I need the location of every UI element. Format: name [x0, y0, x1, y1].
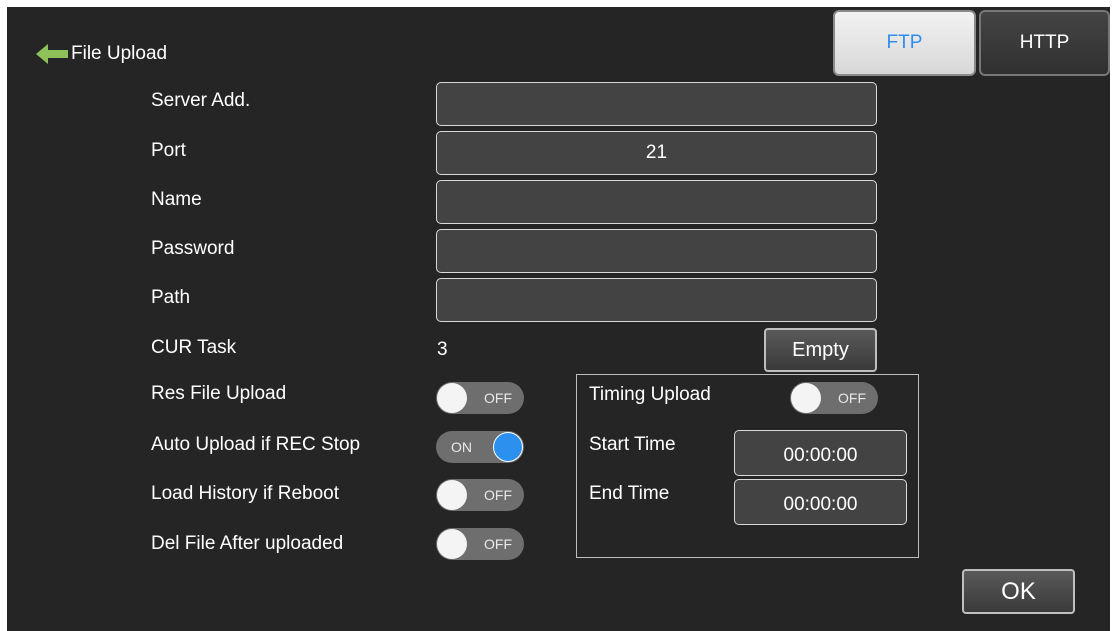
toggle-knob: [493, 432, 523, 462]
tab-http[interactable]: HTTP: [979, 10, 1110, 76]
back-button[interactable]: File Upload: [35, 43, 167, 65]
timing-upload-label: Timing Upload: [589, 384, 711, 405]
toggle-knob: [437, 383, 467, 413]
server-address-input[interactable]: [436, 82, 877, 126]
start-time-field[interactable]: 00:00:00: [734, 430, 907, 476]
path-label: Path: [151, 287, 191, 308]
name-label: Name: [151, 189, 202, 210]
port-input[interactable]: [436, 131, 877, 175]
timing-upload-toggle[interactable]: OFF: [790, 382, 878, 414]
page-title: File Upload: [71, 43, 168, 64]
ok-button[interactable]: OK: [962, 569, 1075, 614]
auto-upload-label: Auto Upload if REC Stop: [151, 434, 361, 455]
cur-task-value: 3: [437, 339, 448, 360]
start-time-label: Start Time: [589, 434, 676, 455]
res-file-upload-label: Res File Upload: [151, 383, 287, 404]
password-label: Password: [151, 238, 235, 259]
path-input[interactable]: [436, 278, 877, 322]
toggle-knob: [791, 383, 821, 413]
res-file-upload-toggle[interactable]: OFF: [436, 382, 524, 414]
tab-ftp[interactable]: FTP: [833, 10, 976, 76]
toggle-state: OFF: [484, 390, 512, 406]
cur-task-label: CUR Task: [151, 337, 237, 358]
toggle-knob: [437, 529, 467, 559]
toggle-state: ON: [451, 439, 472, 455]
toggle-knob: [437, 480, 467, 510]
load-history-toggle[interactable]: OFF: [436, 479, 524, 511]
server-address-label: Server Add.: [151, 90, 251, 111]
name-input[interactable]: [436, 180, 877, 224]
toggle-state: OFF: [484, 536, 512, 552]
empty-button[interactable]: Empty: [764, 328, 877, 372]
port-label: Port: [151, 140, 186, 161]
left-arrow-icon: [36, 44, 68, 64]
end-time-label: End Time: [589, 483, 670, 504]
del-file-toggle[interactable]: OFF: [436, 528, 524, 560]
auto-upload-toggle[interactable]: ON: [436, 431, 524, 463]
del-file-label: Del File After uploaded: [151, 533, 344, 554]
toggle-state: OFF: [838, 390, 866, 406]
load-history-label: Load History if Reboot: [151, 483, 339, 504]
password-input[interactable]: [436, 229, 877, 273]
end-time-field[interactable]: 00:00:00: [734, 479, 907, 525]
toggle-state: OFF: [484, 487, 512, 503]
file-upload-screen: File Upload FTP HTTP Server Add. Port Na…: [7, 7, 1110, 631]
